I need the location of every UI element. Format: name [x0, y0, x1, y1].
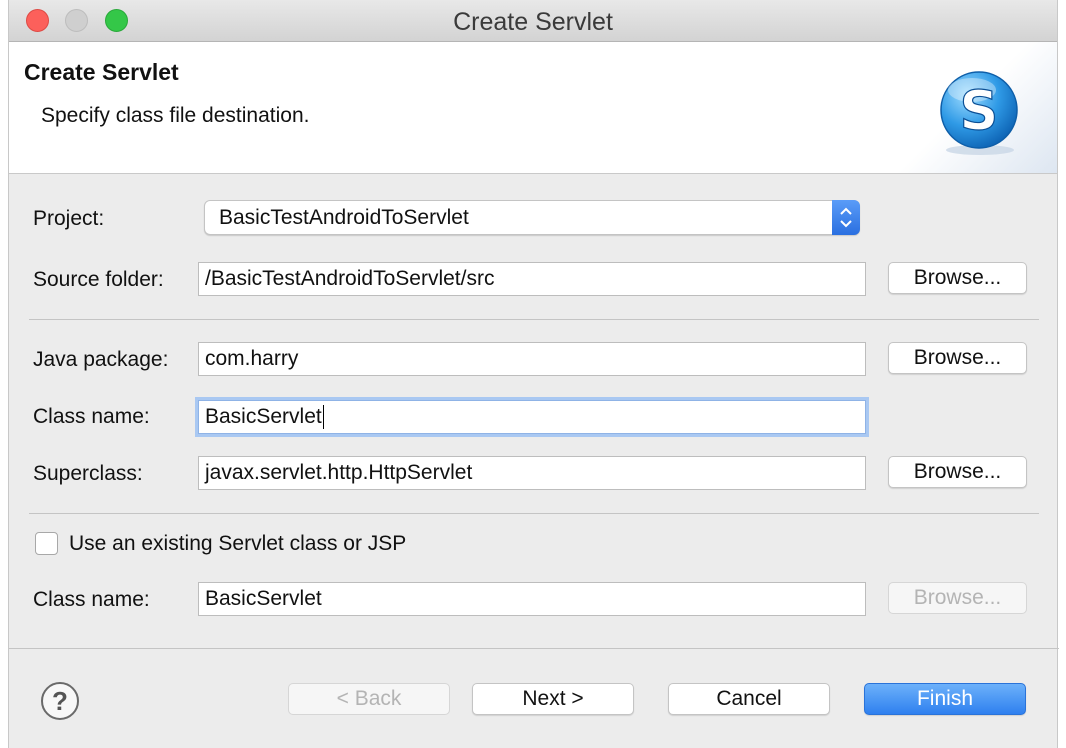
create-servlet-dialog: Create Servlet Create Servlet Specify cl…: [8, 0, 1059, 748]
project-label: Project:: [33, 207, 105, 230]
title-bar: Create Servlet: [9, 0, 1057, 42]
help-icon[interactable]: ?: [41, 682, 79, 720]
cancel-button[interactable]: Cancel: [668, 683, 830, 715]
wizard-title: Create Servlet: [24, 59, 179, 85]
existing-class-name-label: Class name:: [33, 588, 150, 611]
back-button[interactable]: < Back: [288, 683, 450, 715]
finish-button[interactable]: Finish: [864, 683, 1026, 715]
wizard-description: Specify class file destination.: [41, 104, 310, 127]
java-package-label: Java package:: [33, 348, 169, 371]
window-title: Create Servlet: [453, 8, 613, 36]
superclass-input[interactable]: javax.servlet.http.HttpServlet: [198, 456, 866, 490]
source-folder-label: Source folder:: [33, 268, 164, 291]
section-divider: [29, 513, 1039, 514]
wizard-header: Create Servlet Specify class file destin…: [9, 42, 1057, 174]
section-divider: [29, 319, 1039, 320]
use-existing-label[interactable]: Use an existing Servlet class or JSP: [69, 532, 406, 556]
servlet-logo-icon: S: [940, 71, 1018, 155]
next-button[interactable]: Next >: [472, 683, 634, 715]
superclass-label: Superclass:: [33, 462, 143, 485]
project-select[interactable]: BasicTestAndroidToServlet: [204, 200, 860, 235]
logo-letter: S: [960, 79, 999, 142]
source-folder-input[interactable]: /BasicTestAndroidToServlet/src: [198, 262, 866, 296]
class-name-label: Class name:: [33, 405, 150, 428]
use-existing-checkbox[interactable]: [35, 532, 58, 555]
select-arrows-icon: [832, 200, 860, 235]
source-folder-browse-button[interactable]: Browse...: [888, 262, 1027, 294]
class-name-value: BasicServlet: [205, 405, 322, 428]
java-package-input[interactable]: com.harry: [198, 342, 866, 376]
existing-class-browse-button[interactable]: Browse...: [888, 582, 1027, 614]
class-name-input[interactable]: BasicServlet: [198, 400, 866, 434]
superclass-browse-button[interactable]: Browse...: [888, 456, 1027, 488]
footer-divider: [9, 648, 1059, 649]
text-cursor: [322, 405, 324, 430]
existing-class-name-input[interactable]: BasicServlet: [198, 582, 866, 616]
java-package-browse-button[interactable]: Browse...: [888, 342, 1027, 374]
project-select-value: BasicTestAndroidToServlet: [219, 206, 469, 229]
